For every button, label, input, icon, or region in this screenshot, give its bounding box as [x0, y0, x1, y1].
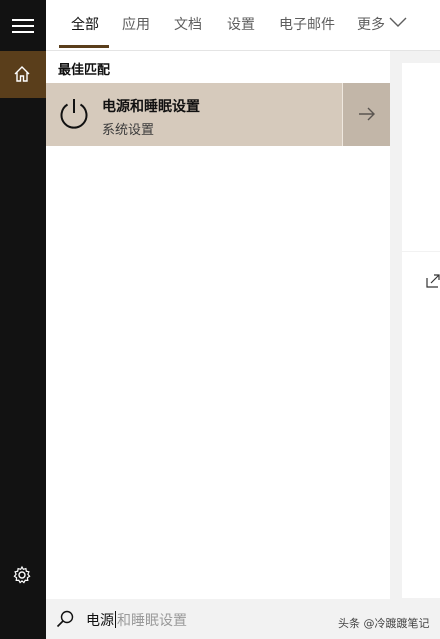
best-match-result[interactable]: 电源和睡眠设置 系统设置	[46, 83, 342, 146]
tab-more[interactable]: 更多	[357, 14, 385, 34]
open-external-icon[interactable]	[426, 274, 440, 288]
tab-email[interactable]: 电子邮件	[279, 14, 335, 34]
hamburger-icon[interactable]	[12, 19, 34, 35]
search-icon	[56, 610, 74, 628]
search-typed-text: 电源	[86, 613, 114, 629]
section-title-best-match: 最佳匹配	[58, 63, 111, 78]
search-suggestion-text: 和睡眠设置	[117, 613, 187, 629]
settings-button[interactable]	[12, 565, 32, 589]
results-panel: 最佳匹配 电源和睡眠设置 系统设置	[46, 51, 390, 599]
power-icon	[60, 99, 88, 129]
open-result-button[interactable]	[342, 83, 390, 146]
active-tab-indicator	[59, 45, 109, 48]
result-subtitle: 系统设置	[102, 123, 155, 138]
preview-pane-bottom	[402, 252, 440, 598]
tab-documents[interactable]: 文档	[174, 14, 202, 34]
preview-pane-top	[402, 63, 440, 251]
home-button[interactable]	[0, 51, 46, 98]
arrow-right-icon	[359, 107, 375, 121]
text-caret	[115, 611, 116, 628]
tab-settings[interactable]: 设置	[227, 14, 255, 34]
watermark: 头条 @冷踱踱笔记	[338, 617, 430, 630]
left-rail	[0, 0, 46, 639]
chevron-down-icon[interactable]	[389, 17, 407, 28]
result-title: 电源和睡眠设置	[102, 99, 200, 115]
search-box[interactable]: 电源 和睡眠设置 头条 @冷踱踱笔记	[46, 599, 440, 639]
gear-icon	[13, 565, 31, 584]
tab-all[interactable]: 全部	[71, 14, 99, 34]
search-input[interactable]: 电源 和睡眠设置	[86, 610, 187, 630]
tab-apps[interactable]: 应用	[122, 14, 150, 34]
home-icon	[14, 66, 30, 82]
filter-tabs: 全部 应用 文档 设置 电子邮件 更多	[46, 0, 440, 50]
